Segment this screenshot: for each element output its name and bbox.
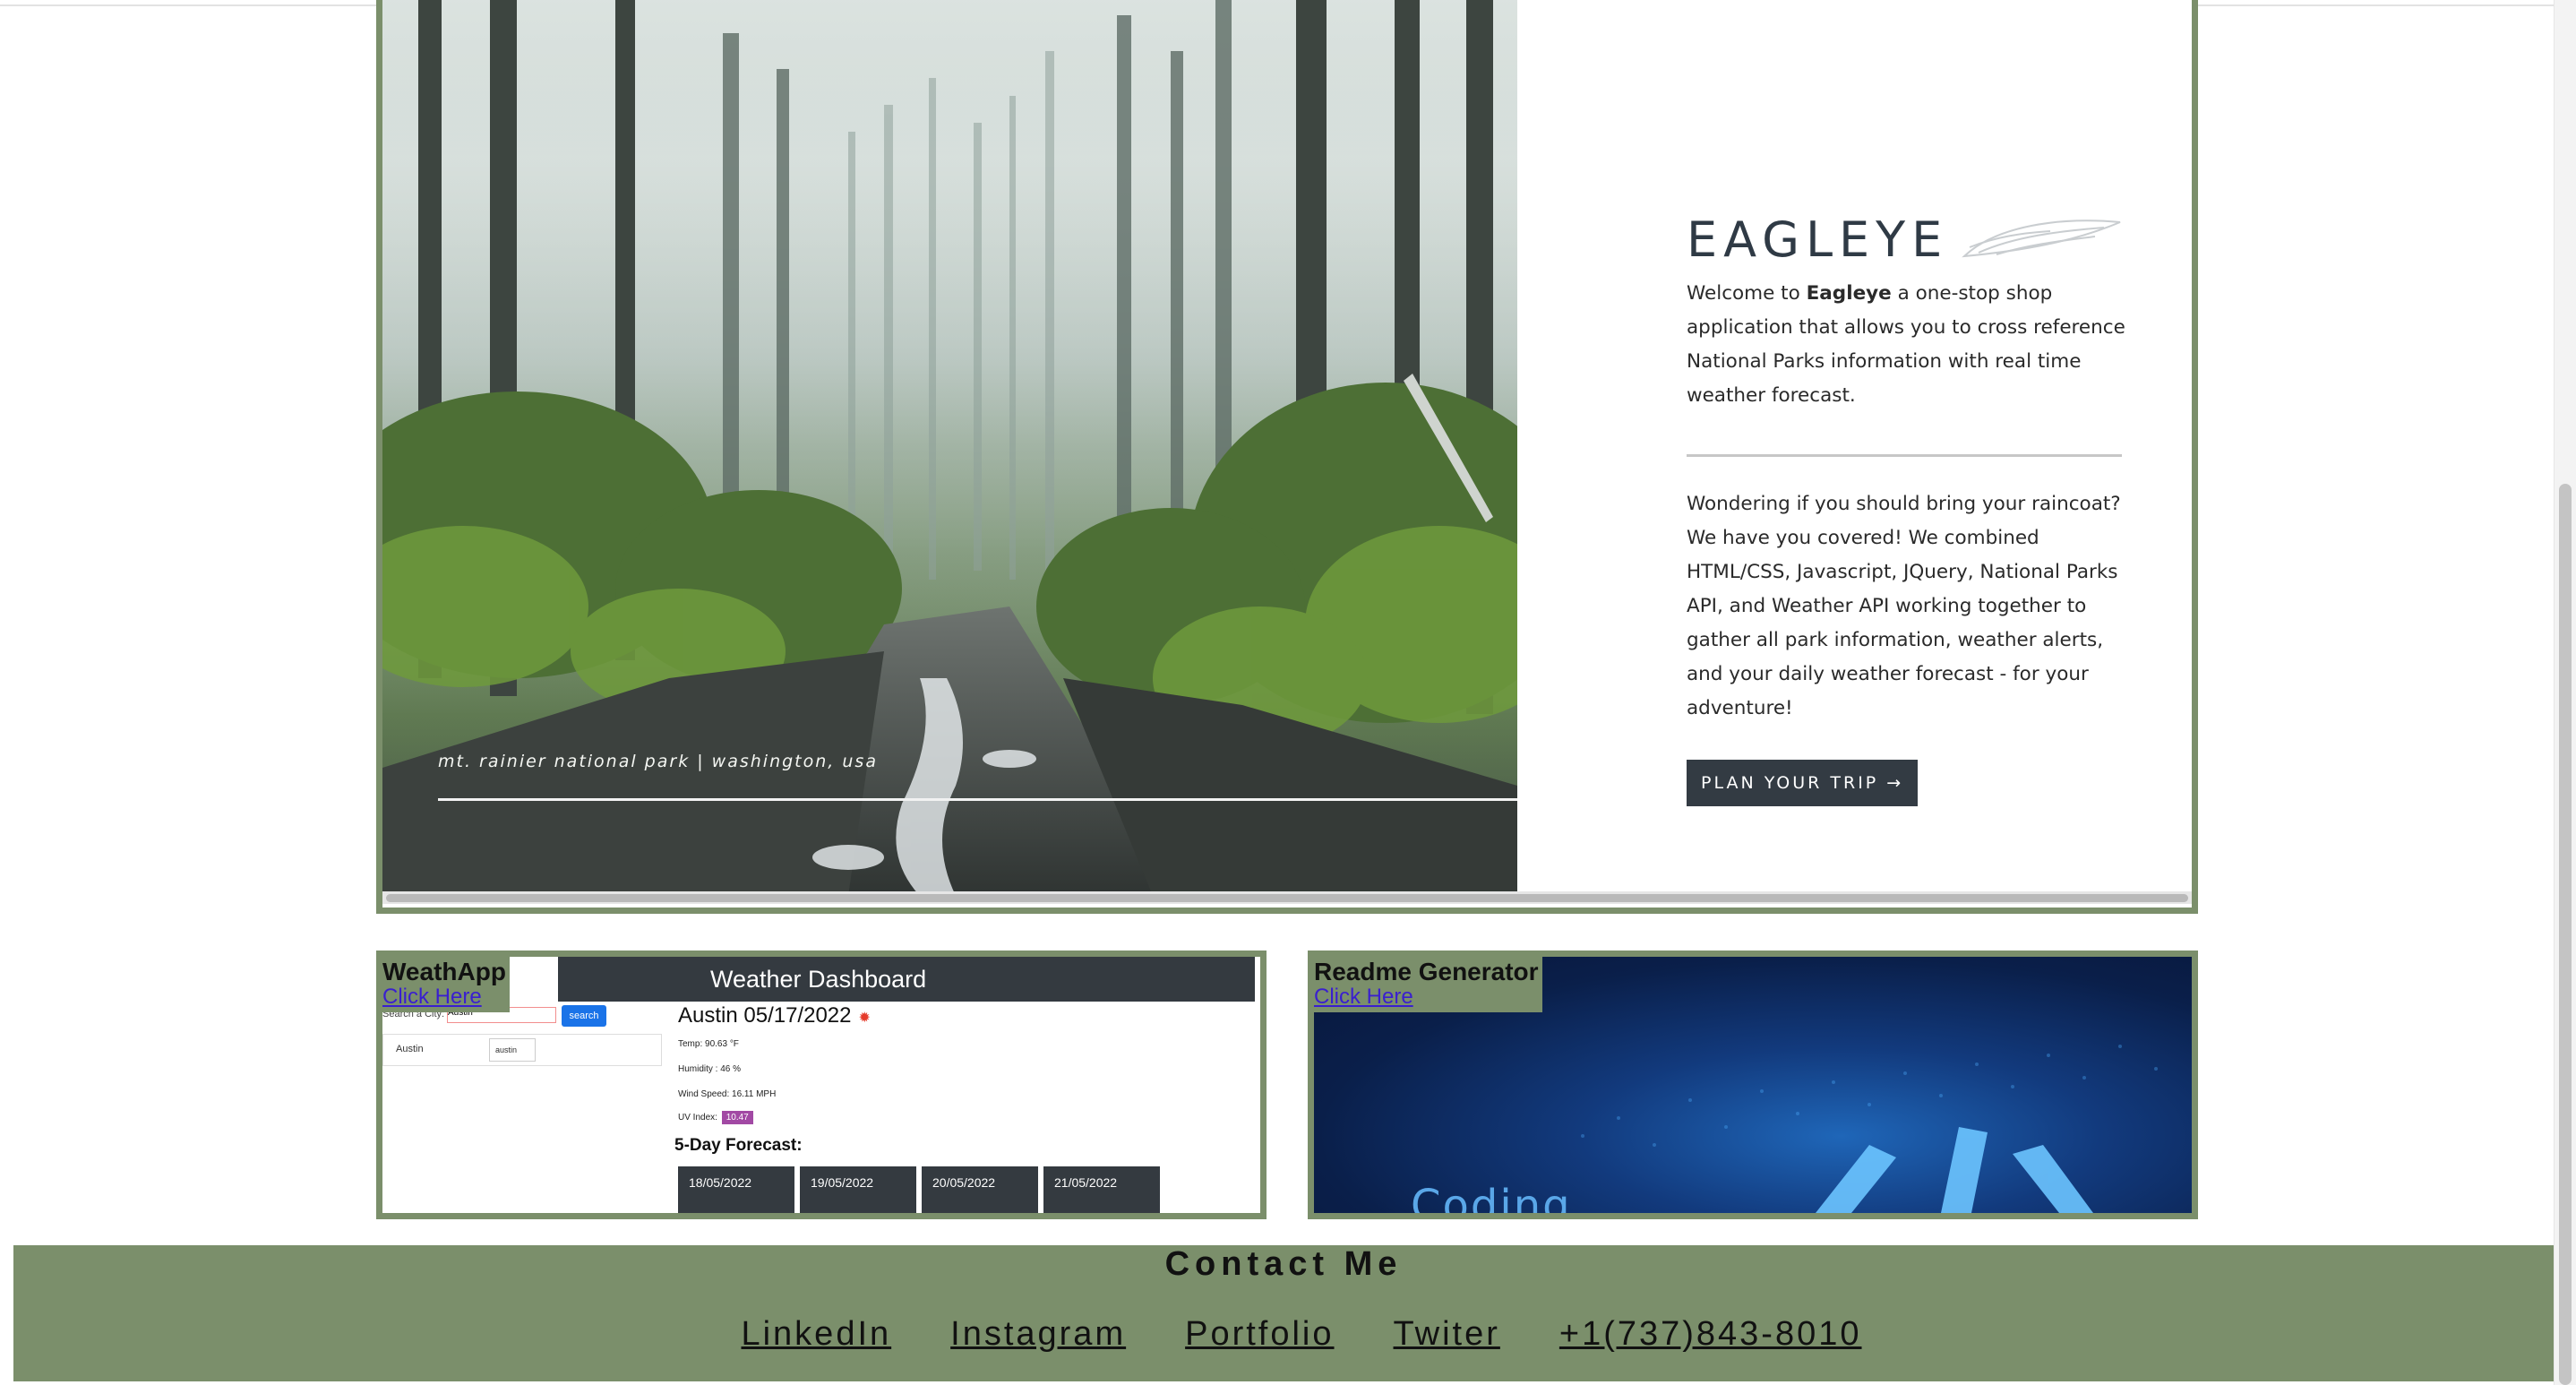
- search-button: search: [562, 1005, 606, 1027]
- humidity-stat: Humidity : 46 %: [678, 1064, 742, 1074]
- weather-dashboard-preview: Weather Dashboard Search a City: Austin …: [382, 957, 1260, 1213]
- uv-stat: UV Index: 10.47: [678, 1111, 753, 1124]
- history-city: Austin: [396, 1044, 424, 1054]
- uv-badge: 10.47: [721, 1111, 753, 1124]
- weathapp-card: Weather Dashboard Search a City: Austin …: [376, 951, 1267, 1219]
- hero-horizontal-scrollbar[interactable]: [382, 891, 2192, 904]
- forecast-card: 20/05/2022: [922, 1166, 1038, 1213]
- wing-icon: [1962, 219, 2121, 258]
- contact-footer: Contact Me LinkedIn Instagram Portfolio …: [13, 1245, 2554, 1381]
- intro-brand-bold: Eagleye: [1806, 282, 1892, 305]
- page-scrollbar-thumb[interactable]: [2559, 484, 2572, 1385]
- weathapp-link[interactable]: Click Here: [382, 985, 506, 1009]
- weathapp-label: WeathApp Click Here: [382, 957, 510, 1012]
- uv-label: UV Index:: [678, 1113, 717, 1123]
- contact-title: Contact Me: [1164, 1245, 1403, 1283]
- page-scrollbar[interactable]: [2554, 0, 2576, 1385]
- twitter-link[interactable]: Twiter: [1394, 1315, 1500, 1354]
- city-date-text: Austin 05/17/2022: [678, 1003, 852, 1028]
- temp-stat: Temp: 90.63 °F: [678, 1039, 739, 1049]
- wind-stat: Wind Speed: 16.11 MPH: [678, 1089, 777, 1099]
- history-city-alt: austin: [489, 1038, 536, 1062]
- readme-title: Readme Generator: [1314, 958, 1539, 985]
- linkedin-link[interactable]: LinkedIn: [741, 1315, 891, 1354]
- forecast-card: 21/05/2022: [1043, 1166, 1160, 1213]
- brand-title: EAGLEYE: [1687, 211, 1949, 268]
- contact-links: LinkedIn Instagram Portfolio Twiter +1(7…: [13, 1315, 2554, 1354]
- readme-label: Readme Generator Click Here: [1314, 957, 1542, 1012]
- portfolio-link[interactable]: Portfolio: [1185, 1315, 1334, 1354]
- sun-icon: ✹: [858, 1011, 871, 1026]
- intro-text-start: Welcome to: [1687, 282, 1807, 305]
- caption-divider: [438, 798, 1517, 801]
- phone-link[interactable]: +1(737)843-8010: [1559, 1315, 1862, 1354]
- description-paragraph: Wondering if you should bring your rainc…: [1687, 493, 2121, 719]
- hero-card: mt. rainier national park | washington, …: [376, 0, 2198, 914]
- coding-image-text: Coding: [1411, 1181, 1572, 1219]
- plan-your-trip-button[interactable]: PLAN YOUR TRIP →: [1687, 760, 1919, 806]
- forest-stream-photo: mt. rainier national park | washington, …: [382, 0, 1517, 896]
- intro-paragraph: Welcome to Eagleye a one-stop shop appli…: [1687, 277, 2125, 413]
- dashboard-header: Weather Dashboard: [558, 957, 1255, 1002]
- forecast-title: 5-Day Forecast:: [674, 1136, 803, 1155]
- readme-link[interactable]: Click Here: [1314, 985, 1539, 1009]
- city-date-heading: Austin 05/17/2022 ✹: [678, 1003, 871, 1028]
- forecast-card: 18/05/2022: [678, 1166, 794, 1213]
- readme-generator-card: Coding Readme Generator Click Here: [1308, 951, 2198, 1219]
- hero-scroll-thumb[interactable]: [386, 894, 2188, 902]
- photo-caption: mt. rainier national park | washington, …: [438, 752, 878, 771]
- forecast-card: 19/05/2022: [800, 1166, 916, 1213]
- weathapp-title: WeathApp: [382, 958, 506, 985]
- brand-row: EAGLEYE: [1687, 211, 2125, 268]
- hero-divider: [1687, 454, 2122, 457]
- history-row: Austin austin: [382, 1034, 662, 1066]
- instagram-link[interactable]: Instagram: [950, 1315, 1126, 1354]
- hero-text-block: EAGLEYE Welcome to Eagleye a one-stop sh…: [1687, 211, 2125, 806]
